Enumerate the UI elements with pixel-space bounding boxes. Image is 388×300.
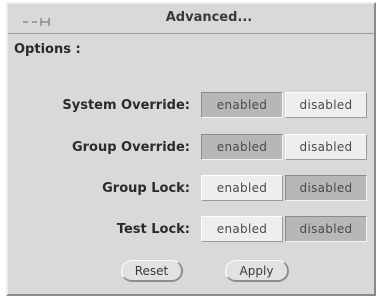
window-title: Advanced... <box>165 10 253 25</box>
system-override-label: System Override: <box>62 98 190 113</box>
group-lock-toggle: enabled disabled <box>201 175 367 201</box>
group-lock-disabled-option[interactable]: disabled <box>285 175 367 201</box>
title-bar: Advanced... <box>8 4 374 34</box>
test-lock-disabled-option[interactable]: disabled <box>285 216 367 242</box>
test-lock-toggle: enabled disabled <box>201 216 367 242</box>
group-override-label: Group Override: <box>71 140 190 155</box>
system-override-enabled-option[interactable]: enabled <box>201 92 283 118</box>
system-override-toggle: enabled disabled <box>201 92 367 118</box>
group-override-enabled-option[interactable]: enabled <box>201 134 283 160</box>
advanced-dialog: Advanced... Options : System Override: e… <box>6 2 376 296</box>
group-override-toggle: enabled disabled <box>201 134 367 160</box>
group-lock-enabled-option[interactable]: enabled <box>201 175 283 201</box>
options-heading: Options : <box>14 42 81 57</box>
test-lock-label: Test Lock: <box>116 222 190 237</box>
group-lock-label: Group Lock: <box>102 181 190 196</box>
system-override-disabled-option[interactable]: disabled <box>285 92 367 118</box>
group-override-disabled-option[interactable]: disabled <box>285 134 367 160</box>
apply-button[interactable]: Apply <box>225 260 289 282</box>
test-lock-enabled-option[interactable]: enabled <box>201 216 283 242</box>
reset-button[interactable]: Reset <box>121 260 183 282</box>
